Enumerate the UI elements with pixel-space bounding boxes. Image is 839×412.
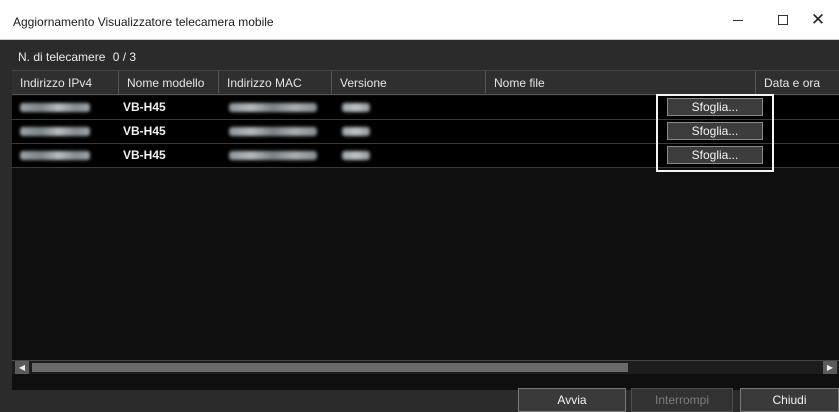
start-button[interactable]: Avvia xyxy=(518,388,626,412)
version-cell-redacted xyxy=(342,96,370,119)
window-title: Aggiornamento Visualizzatore telecamera … xyxy=(13,15,274,29)
dialog-body: N. di telecamere 0 / 3 Indirizzo IPv4 No… xyxy=(0,40,839,412)
close-icon[interactable]: ✕ xyxy=(798,0,838,40)
model-cell: VB-H45 xyxy=(123,148,166,162)
mac-cell-redacted xyxy=(229,96,317,119)
browse-button[interactable]: Sfoglia... xyxy=(667,122,763,140)
minimize-icon[interactable] xyxy=(718,0,758,40)
browse-button[interactable]: Sfoglia... xyxy=(667,146,763,164)
stop-button[interactable]: Interrompi xyxy=(631,388,733,412)
column-header-datetime[interactable]: Data e ora xyxy=(756,71,839,95)
model-cell: VB-H45 xyxy=(123,124,166,138)
column-header-model[interactable]: Nome modello xyxy=(119,71,219,95)
mac-cell-redacted xyxy=(229,120,317,143)
scroll-left-icon[interactable]: ◀ xyxy=(15,361,29,374)
ipv4-cell-redacted xyxy=(20,120,90,143)
table-header: Indirizzo IPv4 Nome modello Indirizzo MA… xyxy=(12,71,839,95)
camera-count-label: N. di telecamere xyxy=(18,50,106,64)
camera-table: Indirizzo IPv4 Nome modello Indirizzo MA… xyxy=(12,70,839,390)
ipv4-cell-redacted xyxy=(20,96,90,119)
camera-count-value: 0 / 3 xyxy=(112,50,137,64)
column-header-mac[interactable]: Indirizzo MAC xyxy=(219,71,332,95)
browse-button[interactable]: Sfoglia... xyxy=(667,98,763,116)
column-header-version[interactable]: Versione xyxy=(332,71,486,95)
version-cell-redacted xyxy=(342,120,370,143)
ipv4-cell-redacted xyxy=(20,144,90,167)
mac-cell-redacted xyxy=(229,144,317,167)
horizontal-scrollbar[interactable]: ◀ ▶ xyxy=(12,360,839,374)
close-button[interactable]: Chiudi xyxy=(740,388,839,412)
scrollbar-thumb[interactable] xyxy=(32,363,628,372)
camera-count: N. di telecamere 0 / 3 xyxy=(18,50,136,64)
scroll-right-icon[interactable]: ▶ xyxy=(823,361,837,374)
model-cell: VB-H45 xyxy=(123,100,166,114)
maximize-icon[interactable] xyxy=(763,0,803,40)
column-header-filename[interactable]: Nome file xyxy=(486,71,756,95)
column-header-ipv4[interactable]: Indirizzo IPv4 xyxy=(12,71,119,95)
title-bar: Aggiornamento Visualizzatore telecamera … xyxy=(0,0,839,40)
version-cell-redacted xyxy=(342,144,370,167)
